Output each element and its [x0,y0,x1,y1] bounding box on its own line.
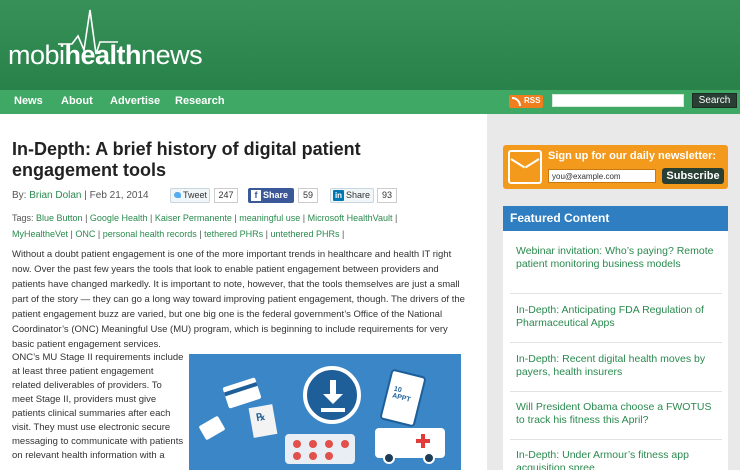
pill [325,440,333,448]
newsletter-email-field[interactable] [548,169,656,183]
featured-item[interactable]: In-Depth: Recent digital health moves by… [516,353,716,379]
article-illustration: ℞ 10 APPT [189,354,461,470]
site-header: mobihealthnews [0,0,740,90]
download-arrow-head [323,394,343,404]
red-cross-horizontal [416,439,430,443]
featured-divider [510,439,722,440]
facebook-icon: f [251,190,261,201]
facebook-share-button[interactable]: f Share [248,188,294,203]
credit-card-icon [222,377,262,409]
twitter-bird-icon [174,192,181,198]
rss-label: RSS [524,96,541,105]
nav-news[interactable]: News [14,95,43,107]
phone-icon: 10 APPT [379,368,427,428]
linkedin-share-button[interactable]: in Share [330,188,374,203]
publish-date: | Feb 21, 2014 [84,190,149,201]
pill [293,452,301,460]
prescription-icon: ℞ [248,404,278,438]
download-tray [321,408,345,412]
nav-about[interactable]: About [61,95,93,107]
logo-mobi: mobi [8,40,65,70]
tag-link[interactable]: Blue Button [36,213,83,223]
rss-icon [512,97,521,106]
pill [341,440,349,448]
pill-bottle-icon [198,415,226,441]
tag-link[interactable]: Google Health [90,213,148,223]
featured-item[interactable]: Will President Obama choose a FWOTUS to … [516,401,716,427]
ambulance-icon [375,428,445,464]
article-title: In-Depth: A brief history of digital pat… [12,139,361,180]
nav-research[interactable]: Research [175,95,225,107]
tag-link[interactable]: untethered PHRs [271,229,340,239]
download-icon [303,366,361,424]
search-input[interactable] [552,94,684,107]
envelope-flap-left [510,158,526,169]
pill [293,440,301,448]
linkedin-icon: in [333,190,344,201]
facebook-share-label: Share [263,190,289,200]
search-button[interactable]: Search [692,93,737,108]
nav-advertise[interactable]: Advertise [110,95,160,107]
phone-text: 10 APPT [391,385,412,404]
facebook-count: 59 [298,188,318,203]
envelope-icon [508,150,542,184]
pill [325,452,333,460]
tag-link[interactable]: tethered PHRs [204,229,263,239]
tweet-count: 247 [214,188,238,203]
pill-pack-icon [285,434,355,464]
pill [309,440,317,448]
article-column: In-Depth: A brief history of digital pat… [0,114,487,470]
linkedin-share-label: Share [346,190,371,200]
tag-link[interactable]: ONC [75,229,95,239]
author-link[interactable]: Brian Dolan [29,190,81,201]
tweet-label: Tweet [183,190,208,200]
linkedin-count: 93 [377,188,397,203]
featured-heading: Featured Content [503,206,728,231]
wheel [383,452,395,464]
pill [309,452,317,460]
tag-link[interactable]: Kaiser Permanente [155,213,232,223]
tag-link[interactable]: Microsoft HealthVault [308,213,393,223]
article-paragraph-1: Without a doubt patient engagement is on… [12,249,465,350]
tag-link[interactable]: personal health records [103,229,197,239]
featured-item[interactable]: In-Depth: Under Armour’s fitness app acq… [516,449,716,470]
tags-label: Tags: [12,213,34,223]
by-label: By: [12,190,27,201]
wheel [423,452,435,464]
rx-symbol: ℞ [255,411,267,425]
tweet-button[interactable]: Tweet [170,188,210,203]
envelope-flap-right [524,158,540,169]
featured-content: Featured Content Webinar invitation: Who… [503,206,728,470]
tag-list: Tags: Blue Button | Google Health | Kais… [12,213,398,239]
featured-divider [510,342,722,343]
byline: By: Brian Dolan | Feb 21, 2014 [12,190,149,201]
featured-divider [510,293,722,294]
logo-news: news [141,40,203,70]
article-paragraph-2: ONC’s MU Stage II requirements include a… [12,352,184,461]
subscribe-button[interactable]: Subscribe [662,168,724,184]
featured-divider [510,391,722,392]
tag-link[interactable]: meaningful use [239,213,300,223]
site-logo[interactable]: mobihealthnews [8,40,203,71]
newsletter-signup: Sign up for our daily newsletter: Subscr… [503,145,728,189]
newsletter-heading: Sign up for our daily newsletter: [548,150,717,162]
logo-health: health [64,40,142,70]
card-stripe [223,382,258,397]
tag-link[interactable]: MyHealtheVet [12,229,68,239]
featured-item[interactable]: Webinar invitation: Who’s paying? Remote… [516,245,716,271]
rss-button[interactable]: RSS [509,95,543,108]
featured-item[interactable]: In-Depth: Anticipating FDA Regulation of… [516,304,716,330]
